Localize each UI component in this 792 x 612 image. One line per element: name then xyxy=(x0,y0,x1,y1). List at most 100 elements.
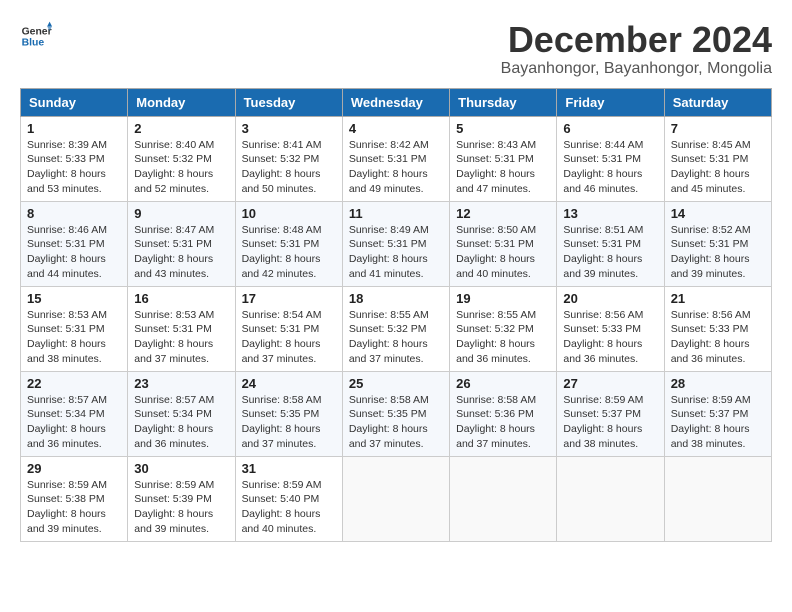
day-detail: Sunrise: 8:53 AMSunset: 5:31 PMDaylight:… xyxy=(27,308,121,367)
logo-icon: General Blue xyxy=(20,20,52,52)
day-detail: Sunrise: 8:42 AMSunset: 5:31 PMDaylight:… xyxy=(349,138,443,197)
weekday-header-friday: Friday xyxy=(557,88,664,116)
day-detail: Sunrise: 8:59 AMSunset: 5:37 PMDaylight:… xyxy=(671,393,765,452)
day-detail: Sunrise: 8:58 AMSunset: 5:36 PMDaylight:… xyxy=(456,393,550,452)
calendar-cell: 9 Sunrise: 8:47 AMSunset: 5:31 PMDaylight… xyxy=(128,201,235,286)
day-detail: Sunrise: 8:59 AMSunset: 5:38 PMDaylight:… xyxy=(27,478,121,537)
day-number: 25 xyxy=(349,376,443,391)
day-detail: Sunrise: 8:40 AMSunset: 5:32 PMDaylight:… xyxy=(134,138,228,197)
day-number: 8 xyxy=(27,206,121,221)
day-number: 3 xyxy=(242,121,336,136)
week-row-1: 1 Sunrise: 8:39 AMSunset: 5:33 PMDaylight… xyxy=(21,116,772,201)
weekday-header-sunday: Sunday xyxy=(21,88,128,116)
day-detail: Sunrise: 8:55 AMSunset: 5:32 PMDaylight:… xyxy=(349,308,443,367)
day-number: 12 xyxy=(456,206,550,221)
day-detail: Sunrise: 8:57 AMSunset: 5:34 PMDaylight:… xyxy=(134,393,228,452)
calendar-cell: 8 Sunrise: 8:46 AMSunset: 5:31 PMDaylight… xyxy=(21,201,128,286)
title-block: December 2024 Bayanhongor, Bayanhongor, … xyxy=(501,20,772,78)
calendar-cell: 13 Sunrise: 8:51 AMSunset: 5:31 PMDayligh… xyxy=(557,201,664,286)
calendar-cell xyxy=(557,456,664,541)
day-detail: Sunrise: 8:50 AMSunset: 5:31 PMDaylight:… xyxy=(456,223,550,282)
day-detail: Sunrise: 8:55 AMSunset: 5:32 PMDaylight:… xyxy=(456,308,550,367)
weekday-header-monday: Monday xyxy=(128,88,235,116)
calendar-cell: 29 Sunrise: 8:59 AMSunset: 5:38 PMDayligh… xyxy=(21,456,128,541)
calendar-cell: 7 Sunrise: 8:45 AMSunset: 5:31 PMDaylight… xyxy=(664,116,771,201)
day-detail: Sunrise: 8:39 AMSunset: 5:33 PMDaylight:… xyxy=(27,138,121,197)
calendar-cell: 17Sunrise: 8:54 AMSunset: 5:31 PMDayligh… xyxy=(235,286,342,371)
calendar-cell: 10 Sunrise: 8:48 AMSunset: 5:31 PMDayligh… xyxy=(235,201,342,286)
day-number: 23 xyxy=(134,376,228,391)
weekday-header-row: SundayMondayTuesdayWednesdayThursdayFrid… xyxy=(21,88,772,116)
calendar-cell: 2 Sunrise: 8:40 AMSunset: 5:32 PMDaylight… xyxy=(128,116,235,201)
logo: General Blue xyxy=(20,20,52,52)
day-detail: Sunrise: 8:52 AMSunset: 5:31 PMDaylight:… xyxy=(671,223,765,282)
day-detail: Sunrise: 8:48 AMSunset: 5:31 PMDaylight:… xyxy=(242,223,336,282)
day-detail: Sunrise: 8:56 AMSunset: 5:33 PMDaylight:… xyxy=(671,308,765,367)
calendar-cell: 30Sunrise: 8:59 AMSunset: 5:39 PMDayligh… xyxy=(128,456,235,541)
calendar-cell: 22 Sunrise: 8:57 AMSunset: 5:34 PMDayligh… xyxy=(21,371,128,456)
day-detail: Sunrise: 8:56 AMSunset: 5:33 PMDaylight:… xyxy=(563,308,657,367)
day-number: 15 xyxy=(27,291,121,306)
calendar-cell: 20 Sunrise: 8:56 AMSunset: 5:33 PMDayligh… xyxy=(557,286,664,371)
svg-text:General: General xyxy=(22,26,52,37)
calendar-cell: 23 Sunrise: 8:57 AMSunset: 5:34 PMDayligh… xyxy=(128,371,235,456)
day-number: 7 xyxy=(671,121,765,136)
day-number: 22 xyxy=(27,376,121,391)
day-number: 9 xyxy=(134,206,228,221)
week-row-5: 29 Sunrise: 8:59 AMSunset: 5:38 PMDayligh… xyxy=(21,456,772,541)
calendar-cell: 16Sunrise: 8:53 AMSunset: 5:31 PMDayligh… xyxy=(128,286,235,371)
day-number: 2 xyxy=(134,121,228,136)
day-number: 10 xyxy=(242,206,336,221)
day-number: 13 xyxy=(563,206,657,221)
day-detail: Sunrise: 8:51 AMSunset: 5:31 PMDaylight:… xyxy=(563,223,657,282)
day-detail: Sunrise: 8:46 AMSunset: 5:31 PMDaylight:… xyxy=(27,223,121,282)
calendar-cell: 6Sunrise: 8:44 AMSunset: 5:31 PMDaylight… xyxy=(557,116,664,201)
day-number: 14 xyxy=(671,206,765,221)
weekday-header-saturday: Saturday xyxy=(664,88,771,116)
weekday-header-thursday: Thursday xyxy=(450,88,557,116)
week-row-3: 15 Sunrise: 8:53 AMSunset: 5:31 PMDayligh… xyxy=(21,286,772,371)
day-detail: Sunrise: 8:59 AMSunset: 5:37 PMDaylight:… xyxy=(563,393,657,452)
day-detail: Sunrise: 8:47 AMSunset: 5:31 PMDaylight:… xyxy=(134,223,228,282)
calendar-table: SundayMondayTuesdayWednesdayThursdayFrid… xyxy=(20,88,772,542)
day-detail: Sunrise: 8:59 AMSunset: 5:39 PMDaylight:… xyxy=(134,478,228,537)
calendar-cell: 28 Sunrise: 8:59 AMSunset: 5:37 PMDayligh… xyxy=(664,371,771,456)
day-number: 5 xyxy=(456,121,550,136)
weekday-header-wednesday: Wednesday xyxy=(342,88,449,116)
day-number: 21 xyxy=(671,291,765,306)
day-number: 31 xyxy=(242,461,336,476)
day-detail: Sunrise: 8:57 AMSunset: 5:34 PMDaylight:… xyxy=(27,393,121,452)
calendar-cell: 24Sunrise: 8:58 AMSunset: 5:35 PMDayligh… xyxy=(235,371,342,456)
day-number: 11 xyxy=(349,206,443,221)
day-number: 28 xyxy=(671,376,765,391)
day-detail: Sunrise: 8:45 AMSunset: 5:31 PMDaylight:… xyxy=(671,138,765,197)
calendar-cell xyxy=(450,456,557,541)
calendar-cell: 12 Sunrise: 8:50 AMSunset: 5:31 PMDayligh… xyxy=(450,201,557,286)
day-number: 1 xyxy=(27,121,121,136)
day-number: 26 xyxy=(456,376,550,391)
day-number: 4 xyxy=(349,121,443,136)
calendar-cell: 19 Sunrise: 8:55 AMSunset: 5:32 PMDayligh… xyxy=(450,286,557,371)
location: Bayanhongor, Bayanhongor, Mongolia xyxy=(501,60,772,78)
day-detail: Sunrise: 8:49 AMSunset: 5:31 PMDaylight:… xyxy=(349,223,443,282)
day-number: 29 xyxy=(27,461,121,476)
calendar-cell: 31 Sunrise: 8:59 AMSunset: 5:40 PMDayligh… xyxy=(235,456,342,541)
page-header: General Blue December 2024 Bayanhongor, … xyxy=(20,20,772,78)
calendar-cell: 14 Sunrise: 8:52 AMSunset: 5:31 PMDayligh… xyxy=(664,201,771,286)
calendar-cell xyxy=(664,456,771,541)
week-row-2: 8 Sunrise: 8:46 AMSunset: 5:31 PMDaylight… xyxy=(21,201,772,286)
day-number: 20 xyxy=(563,291,657,306)
weekday-header-tuesday: Tuesday xyxy=(235,88,342,116)
calendar-cell: 21 Sunrise: 8:56 AMSunset: 5:33 PMDayligh… xyxy=(664,286,771,371)
day-number: 16 xyxy=(134,291,228,306)
week-row-4: 22 Sunrise: 8:57 AMSunset: 5:34 PMDayligh… xyxy=(21,371,772,456)
calendar-cell: 25Sunrise: 8:58 AMSunset: 5:35 PMDayligh… xyxy=(342,371,449,456)
calendar-cell: 4 Sunrise: 8:42 AMSunset: 5:31 PMDaylight… xyxy=(342,116,449,201)
calendar-cell xyxy=(342,456,449,541)
calendar-cell: 18Sunrise: 8:55 AMSunset: 5:32 PMDayligh… xyxy=(342,286,449,371)
month-title: December 2024 xyxy=(501,20,772,60)
calendar-cell: 3Sunrise: 8:41 AMSunset: 5:32 PMDaylight… xyxy=(235,116,342,201)
day-detail: Sunrise: 8:59 AMSunset: 5:40 PMDaylight:… xyxy=(242,478,336,537)
day-number: 19 xyxy=(456,291,550,306)
day-number: 27 xyxy=(563,376,657,391)
